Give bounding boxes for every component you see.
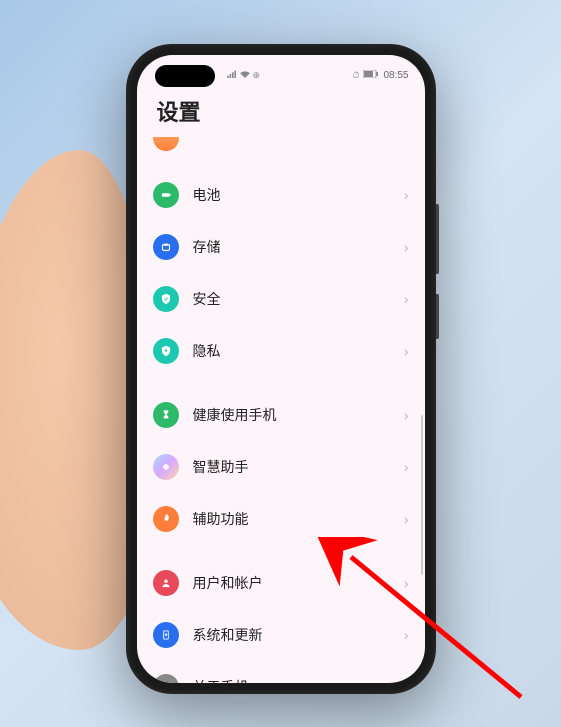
row-label: 智慧助手 — [193, 457, 404, 477]
shield-icon — [153, 286, 179, 312]
row-label: 系统和更新 — [193, 625, 404, 645]
chevron-right-icon: › — [404, 575, 409, 591]
extra-status-icon: ⊕ — [253, 70, 261, 81]
about-phone-icon — [153, 674, 179, 683]
hand-icon — [153, 506, 179, 532]
row-digital-wellbeing[interactable]: 健康使用手机 › — [137, 389, 425, 441]
chevron-right-icon: › — [404, 511, 409, 527]
row-users-accounts[interactable]: 用户和帐户 › — [137, 557, 425, 609]
volume-button — [436, 204, 439, 274]
chevron-right-icon: › — [404, 679, 409, 683]
row-label: 辅助功能 — [193, 509, 404, 529]
row-system-update[interactable]: 系统和更新 › — [137, 609, 425, 661]
chevron-right-icon: › — [404, 187, 409, 203]
row-storage[interactable]: 存储 › — [137, 221, 425, 273]
chevron-right-icon: › — [404, 343, 409, 359]
row-smart-assistant[interactable]: 智慧助手 › — [137, 441, 425, 493]
row-accessibility[interactable]: 辅助功能 › — [137, 493, 425, 545]
chevron-right-icon: › — [404, 239, 409, 255]
row-label: 安全 — [193, 289, 404, 309]
wifi-icon — [240, 70, 250, 81]
screen: ⊕ ⏱ 08:55 设置 电池 › — [137, 55, 425, 683]
row-partial-top[interactable] — [137, 137, 425, 169]
row-label: 隐私 — [193, 341, 404, 361]
row-label: 电池 — [193, 185, 404, 205]
storage-icon — [153, 234, 179, 260]
row-label: 关于手机 — [193, 677, 404, 683]
assistant-icon — [153, 454, 179, 480]
row-privacy[interactable]: 隐私 › — [137, 325, 425, 377]
chevron-right-icon: › — [404, 459, 409, 475]
alarm-icon: ⏱ — [352, 70, 359, 81]
settings-list[interactable]: 电池 › 存储 › 安全 › 隐私 — [137, 137, 425, 683]
battery-icon — [153, 182, 179, 208]
hourglass-icon — [153, 402, 179, 428]
signal-icon — [227, 70, 237, 81]
page-title: 设置 — [137, 89, 425, 137]
row-label: 用户和帐户 — [193, 573, 404, 593]
system-update-icon — [153, 622, 179, 648]
row-battery[interactable]: 电池 › — [137, 169, 425, 221]
chevron-right-icon: › — [404, 627, 409, 643]
battery-icon — [363, 70, 379, 81]
row-security[interactable]: 安全 › — [137, 273, 425, 325]
row-label: 健康使用手机 — [193, 405, 404, 425]
row-about-phone[interactable]: 关于手机 › — [137, 661, 425, 683]
chevron-right-icon: › — [404, 291, 409, 307]
partial-icon — [153, 137, 179, 151]
phone-frame: ⊕ ⏱ 08:55 设置 电池 › — [126, 44, 436, 694]
chevron-right-icon: › — [404, 407, 409, 423]
user-icon — [153, 570, 179, 596]
row-label: 存储 — [193, 237, 404, 257]
camera-punch-hole — [155, 65, 215, 87]
power-button — [436, 294, 439, 339]
status-time: 08:55 — [383, 70, 408, 81]
privacy-icon — [153, 338, 179, 364]
